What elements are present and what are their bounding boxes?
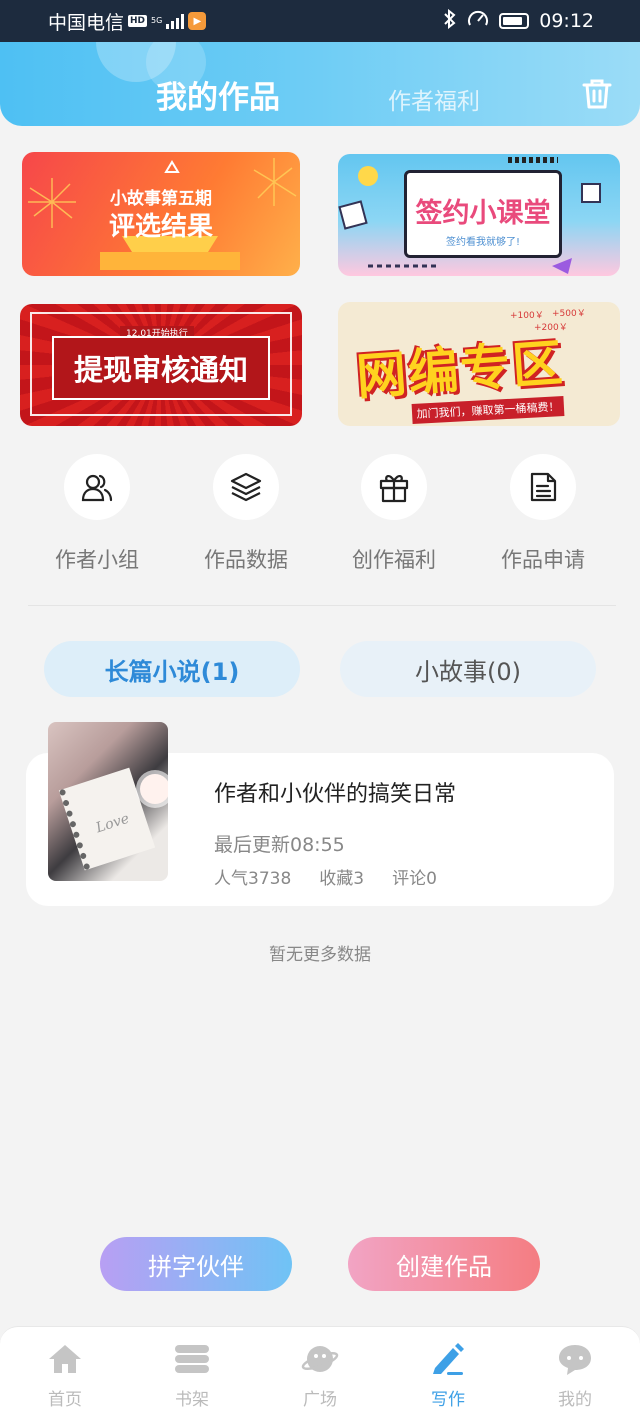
signing-card: 签约小课堂 签约看我就够了! <box>404 170 562 258</box>
tab-label: 我的 <box>558 1390 592 1410</box>
tab-writing[interactable]: 写作 <box>398 1341 498 1410</box>
tab-long-novel[interactable]: 长篇小说(1) <box>44 641 300 697</box>
work-favorites: 收藏3 <box>319 869 365 889</box>
divider <box>28 605 616 606</box>
banner-editor-zone[interactable]: +100￥ +500￥ +200￥ 网编专区 加门我们，赚取第一桶稿费！ <box>338 302 620 426</box>
clock: 09:12 <box>539 10 594 32</box>
tab-my-works[interactable]: 我的作品 <box>156 72 280 117</box>
tab-plaza[interactable]: 广场 <box>270 1341 370 1410</box>
tab-label: 书架 <box>175 1390 209 1410</box>
work-cover-image[interactable]: Love <box>48 722 168 881</box>
bookshelf-icon <box>172 1341 212 1377</box>
work-stats: 人气3738 收藏3 评论0 <box>214 864 437 889</box>
trash-icon[interactable] <box>580 76 614 112</box>
banner-withdraw-notice[interactable]: 12.01开始执行 提现审核通知 <box>20 304 302 426</box>
quick-action-author-group[interactable]: 作者小组 <box>47 454 147 574</box>
bluetooth-icon <box>443 8 457 34</box>
document-icon <box>510 454 576 520</box>
tab-short-story[interactable]: 小故事(0) <box>340 641 596 697</box>
banner-signing-class[interactable]: 签约小课堂 签约看我就够了! <box>338 154 620 276</box>
carrier-label: 中国电信 <box>48 11 125 34</box>
tab-mine[interactable]: 我的 <box>525 1341 625 1410</box>
speed-icon <box>467 9 489 34</box>
pen-icon <box>428 1341 468 1377</box>
tab-label: 广场 <box>303 1390 337 1410</box>
bottom-tab-bar: 首页 书架 广场 写作 我的 <box>0 1326 640 1422</box>
no-more-data-text: 暂无更多数据 <box>269 945 371 965</box>
gift-icon <box>361 454 427 520</box>
quick-action-label: 作品申请 <box>501 548 585 572</box>
hd-badge: HD <box>128 15 148 27</box>
banner-story-results[interactable]: 小故事第五期 评选结果 <box>22 152 300 276</box>
work-last-updated: 最后更新08:55 <box>214 834 345 856</box>
quick-action-label: 作者小组 <box>55 548 139 572</box>
quick-action-label: 作品数据 <box>204 548 288 572</box>
banner-withdraw-box: 提现审核通知 <box>52 336 270 400</box>
battery-icon <box>499 13 530 29</box>
quick-action-label: 创作福利 <box>352 548 436 572</box>
planet-icon <box>300 1341 340 1377</box>
tab-label: 首页 <box>48 1390 82 1410</box>
tab-label: 写作 <box>431 1390 465 1410</box>
cover-text: Love <box>94 810 132 837</box>
status-bar: 中国电信 HD 5G ▶ 09:12 <box>0 0 640 42</box>
work-comments: 评论0 <box>392 869 437 889</box>
create-work-button[interactable]: 创建作品 <box>348 1237 540 1291</box>
header: 我的作品 作者福利 <box>0 42 640 126</box>
signal-icon <box>166 13 185 29</box>
app-notification-icon: ▶ <box>188 12 207 30</box>
network-type: 5G <box>151 16 163 25</box>
partner-button[interactable]: 拼字伙伴 <box>100 1237 292 1291</box>
quick-action-work-data[interactable]: 作品数据 <box>196 454 296 574</box>
work-title[interactable]: 作者和小伙伴的搞笑日常 <box>214 776 456 808</box>
quick-action-creation-benefits[interactable]: 创作福利 <box>344 454 444 574</box>
banner-deco-text: +500￥ <box>552 309 586 319</box>
users-icon <box>64 454 130 520</box>
chat-bubble-icon <box>555 1341 595 1377</box>
quick-action-work-application[interactable]: 作品申请 <box>493 454 593 574</box>
layers-icon <box>213 454 279 520</box>
banner-signing-subtitle: 签约看我就够了! <box>445 237 520 248</box>
work-popularity: 人气3738 <box>214 869 292 889</box>
tab-author-benefits[interactable]: 作者福利 <box>388 82 480 116</box>
banner-story-results-line2: 评选结果 <box>108 212 213 242</box>
tab-bookshelf[interactable]: 书架 <box>142 1341 242 1410</box>
cover-flower <box>140 774 168 804</box>
home-icon <box>45 1341 85 1377</box>
banner-withdraw-title: 提现审核通知 <box>73 353 248 387</box>
banner-editor-title: 网编专区 <box>354 333 567 407</box>
tab-home[interactable]: 首页 <box>15 1341 115 1410</box>
banner-signing-title: 签约小课堂 <box>415 198 551 229</box>
